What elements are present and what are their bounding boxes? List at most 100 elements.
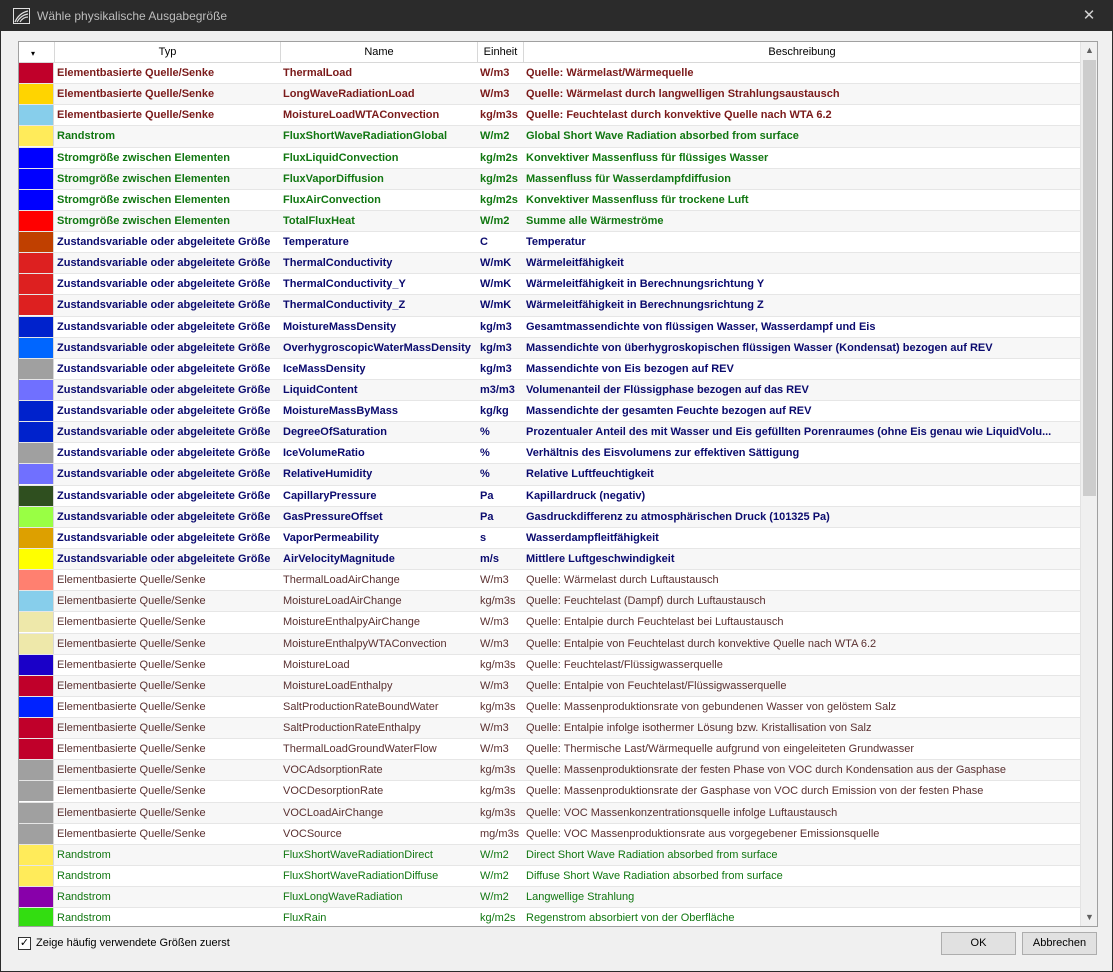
- table-row[interactable]: Stromgröße zwischen Elementen FluxVaporDi…: [19, 168, 1080, 190]
- close-icon[interactable]: ✕: [1066, 1, 1112, 31]
- table-row[interactable]: Zustandsvariable oder abgeleitete Größe M…: [19, 316, 1080, 338]
- name-cell: FluxShortWaveRadiationDiffuse: [283, 869, 439, 882]
- table-row[interactable]: Elementbasierte Quelle/Senke SaltProducti…: [19, 718, 1080, 740]
- table-row[interactable]: Elementbasierte Quelle/Senke MoistureLoad…: [19, 105, 1080, 127]
- unit-cell: C: [480, 236, 488, 249]
- color-swatch: [19, 823, 54, 844]
- color-swatch: [19, 232, 54, 253]
- description-cell: Wärmeleitfähigkeit in Berechnungsrichtun…: [526, 299, 764, 312]
- table-row[interactable]: Elementbasierte Quelle/Senke MoistureLoad…: [19, 654, 1080, 676]
- table-row[interactable]: Zustandsvariable oder abgeleitete Größe G…: [19, 506, 1080, 528]
- description-cell: Quelle: Feuchtelast durch konvektive Que…: [526, 109, 832, 122]
- type-cell: Zustandsvariable oder abgeleitete Größe: [57, 341, 271, 354]
- table-row[interactable]: Elementbasierte Quelle/Senke MoistureEnth…: [19, 612, 1080, 634]
- table-row[interactable]: Stromgröße zwischen Elementen FluxAirConv…: [19, 189, 1080, 211]
- table-row[interactable]: Elementbasierte Quelle/Senke ThermalLoadA…: [19, 570, 1080, 592]
- table-row[interactable]: Zustandsvariable oder abgeleitete Größe O…: [19, 337, 1080, 359]
- table-row[interactable]: Zustandsvariable oder abgeleitete Größe V…: [19, 527, 1080, 549]
- title-bar[interactable]: Wähle physikalische Ausgabegröße ✕: [1, 1, 1112, 31]
- description-cell: Quelle: Massenproduktionsrate der festen…: [526, 764, 1007, 777]
- color-swatch: [19, 654, 54, 675]
- table-row[interactable]: Elementbasierte Quelle/Senke LongWaveRadi…: [19, 84, 1080, 106]
- color-swatch: [19, 379, 54, 400]
- name-cell: VOCLoadAirChange: [283, 806, 384, 819]
- table-row[interactable]: Elementbasierte Quelle/Senke VOCSource mg/…: [19, 823, 1080, 845]
- unit-cell: W/mK: [480, 257, 512, 270]
- color-swatch: [19, 295, 54, 316]
- scroll-down-icon[interactable]: ▼: [1081, 909, 1097, 926]
- description-cell: Gasdruckdifferenz zu atmosphärischen Dru…: [526, 510, 830, 523]
- type-cell: Stromgröße zwischen Elementen: [57, 214, 230, 227]
- type-cell: Elementbasierte Quelle/Senke: [57, 827, 206, 840]
- description-cell: Temperatur: [526, 236, 586, 249]
- type-cell: Elementbasierte Quelle/Senke: [57, 785, 206, 798]
- unit-cell: Pa: [480, 489, 494, 502]
- table-row[interactable]: Elementbasierte Quelle/Senke SaltProducti…: [19, 696, 1080, 719]
- type-cell: Elementbasierte Quelle/Senke: [57, 806, 206, 819]
- table-row[interactable]: Zustandsvariable oder abgeleitete Größe I…: [19, 358, 1080, 380]
- name-cell: CapillaryPressure: [283, 489, 377, 502]
- type-cell: Elementbasierte Quelle/Senke: [57, 764, 206, 777]
- table-row[interactable]: Randstrom FluxShortWaveRadiationDiffuse W/…: [19, 865, 1080, 888]
- table-row[interactable]: Zustandsvariable oder abgeleitete Größe T…: [19, 295, 1080, 317]
- color-swatch: [19, 506, 54, 527]
- unit-cell: m3/m3: [480, 383, 515, 396]
- unit-cell: kg/m3: [480, 320, 512, 333]
- table-row[interactable]: Zustandsvariable oder abgeleitete Größe T…: [19, 274, 1080, 296]
- type-cell: Zustandsvariable oder abgeleitete Größe: [57, 362, 271, 375]
- table-row[interactable]: Zustandsvariable oder abgeleitete Größe L…: [19, 379, 1080, 402]
- table-row[interactable]: Zustandsvariable oder abgeleitete Größe I…: [19, 443, 1080, 465]
- type-cell: Zustandsvariable oder abgeleitete Größe: [57, 236, 271, 249]
- vertical-scrollbar[interactable]: ▲ ▼: [1080, 42, 1097, 926]
- color-swatch: [19, 422, 54, 443]
- table-row[interactable]: Zustandsvariable oder abgeleitete Größe A…: [19, 548, 1080, 571]
- name-cell: SaltProductionRateEnthalpy: [283, 722, 421, 735]
- table-row[interactable]: Randstrom FluxRain kg/m2s Regenstrom absorb…: [19, 908, 1080, 926]
- table-row[interactable]: Zustandsvariable oder abgeleitete Größe D…: [19, 422, 1080, 444]
- scroll-thumb[interactable]: [1083, 60, 1096, 496]
- table-row[interactable]: Randstrom FluxShortWaveRadiationGlobal W/m…: [19, 126, 1080, 148]
- type-cell: Elementbasierte Quelle/Senke: [57, 700, 206, 713]
- table-row[interactable]: Elementbasierte Quelle/Senke MoistureEnth…: [19, 633, 1080, 655]
- unit-cell: W/m3: [480, 574, 509, 587]
- description-cell: Massenfluss für Wasserdampfdiffusion: [526, 172, 731, 185]
- show-frequent-first-label[interactable]: Zeige häufig verwendete Größen zuerst: [36, 937, 230, 949]
- description-cell: Quelle: Entalpie durch Feuchtelast bei L…: [526, 616, 784, 629]
- table-row[interactable]: Zustandsvariable oder abgeleitete Größe T…: [19, 232, 1080, 254]
- name-cell: FluxRain: [283, 912, 327, 925]
- table-row[interactable]: Stromgröße zwischen Elementen TotalFluxHe…: [19, 210, 1080, 233]
- table-row[interactable]: Randstrom FluxShortWaveRadiationDirect W/m…: [19, 844, 1080, 866]
- type-cell: Elementbasierte Quelle/Senke: [57, 616, 206, 629]
- unit-cell: W/mK: [480, 278, 512, 291]
- table-row[interactable]: Elementbasierte Quelle/Senke ThermalLoad W…: [19, 63, 1080, 85]
- color-swatch: [19, 548, 54, 569]
- type-cell: Elementbasierte Quelle/Senke: [57, 679, 206, 692]
- ok-button[interactable]: OK: [941, 932, 1016, 955]
- color-swatch: [19, 908, 54, 926]
- table-row[interactable]: Zustandsvariable oder abgeleitete Größe C…: [19, 485, 1080, 507]
- unit-cell: W/m2: [480, 869, 509, 882]
- table-row[interactable]: Zustandsvariable oder abgeleitete Größe T…: [19, 253, 1080, 275]
- color-swatch: [19, 612, 54, 633]
- color-swatch: [19, 105, 54, 126]
- table-row[interactable]: Elementbasierte Quelle/Senke VOCLoadAirCh…: [19, 802, 1080, 824]
- name-cell: VaporPermeability: [283, 531, 379, 544]
- column-header-type[interactable]: Typ: [55, 42, 281, 63]
- column-header-unit[interactable]: Einheit: [478, 42, 524, 63]
- table-row[interactable]: Elementbasierte Quelle/Senke MoistureLoad…: [19, 675, 1080, 697]
- table-row[interactable]: Elementbasierte Quelle/Senke VOCAdsorptio…: [19, 760, 1080, 782]
- table-row[interactable]: Zustandsvariable oder abgeleitete Größe R…: [19, 464, 1080, 486]
- table-row[interactable]: Elementbasierte Quelle/Senke MoistureLoad…: [19, 591, 1080, 613]
- scroll-up-icon[interactable]: ▲: [1081, 42, 1097, 59]
- cancel-button[interactable]: Abbrechen: [1022, 932, 1097, 955]
- table-row[interactable]: Stromgröße zwischen Elementen FluxLiquidC…: [19, 147, 1080, 169]
- column-header-name[interactable]: Name: [281, 42, 478, 63]
- show-frequent-first-checkbox[interactable]: ✓: [18, 937, 31, 950]
- name-cell: MoistureLoad: [283, 658, 350, 671]
- table-row[interactable]: Elementbasierte Quelle/Senke ThermalLoadG…: [19, 739, 1080, 761]
- table-row[interactable]: Zustandsvariable oder abgeleitete Größe M…: [19, 401, 1080, 423]
- color-column-header[interactable]: ▾: [19, 42, 55, 63]
- column-header-description[interactable]: Beschreibung: [524, 42, 1080, 63]
- table-row[interactable]: Randstrom FluxLongWaveRadiation W/m2 Langwe…: [19, 887, 1080, 909]
- table-row[interactable]: Elementbasierte Quelle/Senke VOCDesorptio…: [19, 781, 1080, 803]
